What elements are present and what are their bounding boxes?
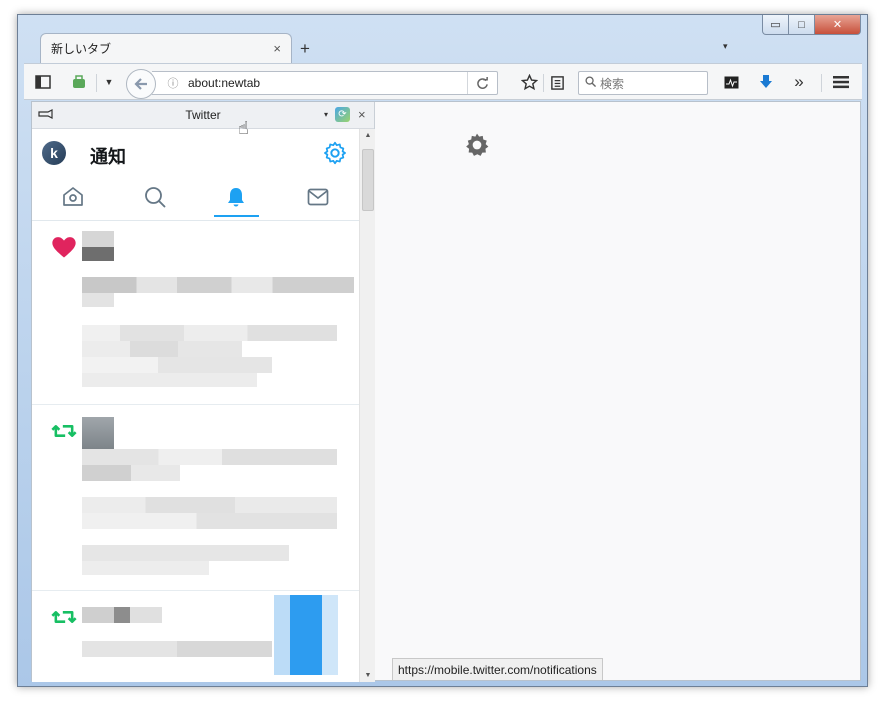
toolbar-separator xyxy=(821,74,822,92)
activity-monitor-icon[interactable] xyxy=(722,73,740,91)
page-title: 通知 xyxy=(90,147,126,168)
hand-cursor-icon: ☝ xyxy=(238,118,249,138)
blurred-text xyxy=(82,641,272,657)
blurred-avatar xyxy=(82,247,114,261)
list-item[interactable] xyxy=(32,405,359,591)
sidebar-scrollbar[interactable]: ▲ ▼ xyxy=(359,129,375,682)
blurred-text xyxy=(82,545,289,561)
sidebar-title: Twitter xyxy=(185,108,221,122)
bookmark-star-icon[interactable] xyxy=(520,73,538,91)
maximize-button[interactable]: □ xyxy=(789,15,815,35)
tab-home[interactable] xyxy=(32,175,114,219)
overflow-chevron-icon[interactable]: » xyxy=(790,72,808,91)
blurred-text xyxy=(82,325,337,341)
blurred-text xyxy=(82,465,180,481)
blurred-text xyxy=(82,449,337,465)
list-item[interactable] xyxy=(32,591,359,682)
twitter-nav-tabs xyxy=(32,175,359,219)
blurred-text xyxy=(82,341,242,357)
browser-window: ▭ □ ✕ 新しいタブ × + ▾ ▼ ⓘ about:newtab 検索 » … xyxy=(17,14,868,687)
navigation-toolbar: ▼ ⓘ about:newtab 検索 » xyxy=(24,63,862,100)
tab-list-dropdown-icon[interactable]: ▾ xyxy=(723,41,728,52)
blurred-text xyxy=(82,373,257,387)
status-bar: https://mobile.twitter.com/notifications xyxy=(392,658,603,680)
blurred-text xyxy=(82,497,337,513)
blurred-text xyxy=(82,561,209,575)
info-icon[interactable]: ⓘ xyxy=(162,75,184,91)
blurred-text xyxy=(82,357,272,373)
avatar[interactable]: k xyxy=(42,141,66,165)
search-box[interactable]: 検索 xyxy=(578,71,708,95)
close-window-button[interactable]: ✕ xyxy=(815,15,861,35)
blurred-text xyxy=(82,277,354,293)
sidebar-refresh-icon[interactable]: ⟳ xyxy=(335,107,350,122)
retweet-icon xyxy=(51,611,77,623)
url-input[interactable]: about:newtab xyxy=(184,76,467,90)
search-icon xyxy=(144,187,166,208)
scrollbar-thumb[interactable] xyxy=(362,149,374,211)
sidebar-close-icon[interactable]: × xyxy=(358,107,366,122)
bell-icon xyxy=(228,188,245,207)
heart-icon xyxy=(52,237,76,258)
blurred-text xyxy=(82,607,162,623)
dropdown-arrow-icon[interactable]: ▼ xyxy=(102,73,116,91)
tab-title: 新しいタブ xyxy=(51,42,112,56)
scroll-down-arrow-icon[interactable]: ▼ xyxy=(360,672,376,679)
tab-messages[interactable] xyxy=(277,175,359,219)
search-input[interactable]: 検索 xyxy=(600,75,624,92)
sidebar-header: Twitter ▾ ⟳ × xyxy=(32,102,374,129)
blurred-image xyxy=(274,595,338,675)
page-settings-gear-icon[interactable] xyxy=(464,132,490,158)
tab-search[interactable] xyxy=(114,175,196,219)
mail-icon xyxy=(307,188,329,206)
sidebar-dropdown-icon[interactable]: ▾ xyxy=(324,110,328,119)
scroll-up-arrow-icon[interactable]: ▲ xyxy=(360,132,376,139)
blurred-text xyxy=(82,293,114,307)
search-icon xyxy=(585,76,597,90)
toolbar-separator xyxy=(543,74,544,92)
content-area: Twitter ▾ ⟳ × k 通知 ▲ ▼ https://mobile.tw… xyxy=(31,101,861,682)
tab-close-icon[interactable]: × xyxy=(273,41,281,56)
reload-icon[interactable] xyxy=(467,72,497,94)
hamburger-menu-icon[interactable] xyxy=(831,73,851,91)
download-arrow-icon[interactable] xyxy=(757,73,775,91)
url-bar[interactable]: ⓘ about:newtab xyxy=(152,71,498,95)
list-item[interactable] xyxy=(32,221,359,405)
tab-new-tab[interactable]: 新しいタブ × xyxy=(40,33,292,63)
blurred-avatar xyxy=(82,417,114,449)
sidebar-toggle-icon[interactable] xyxy=(34,73,52,91)
toolbar-separator xyxy=(96,74,97,92)
home-icon xyxy=(63,187,83,206)
settings-gear-icon[interactable] xyxy=(322,140,348,166)
retweet-icon xyxy=(51,425,77,437)
new-tab-button[interactable]: + xyxy=(300,39,310,59)
back-button[interactable] xyxy=(126,69,156,99)
extension-green-icon[interactable] xyxy=(70,73,88,91)
twitter-page: k 通知 xyxy=(32,129,359,682)
tab-notifications[interactable] xyxy=(196,175,278,219)
minimize-button[interactable]: ▭ xyxy=(762,15,789,35)
sidebar-panel: Twitter ▾ ⟳ × k 通知 ▲ ▼ xyxy=(32,102,375,682)
twitter-header: k 通知 xyxy=(32,129,359,221)
bookmarks-menu-icon[interactable] xyxy=(548,73,566,91)
blurred-avatar xyxy=(82,231,114,247)
blurred-text xyxy=(82,513,337,529)
window-caption-buttons: ▭ □ ✕ xyxy=(762,15,861,35)
